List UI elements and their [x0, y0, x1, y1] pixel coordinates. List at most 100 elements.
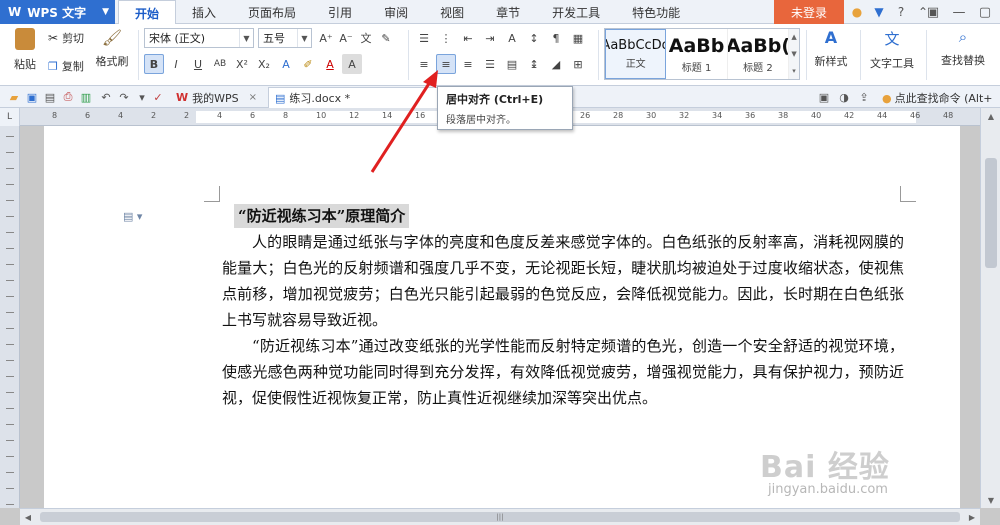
- skin-icon[interactable]: ●: [848, 3, 866, 21]
- print-icon[interactable]: ⎙: [60, 89, 76, 105]
- tooltip-title: 居中对齐 (Ctrl+E): [446, 93, 544, 106]
- tab-5[interactable]: 视图: [424, 0, 480, 24]
- superscript-button[interactable]: X²: [232, 54, 252, 74]
- table-icon[interactable]: ▦: [568, 28, 588, 48]
- scroll-right-icon[interactable]: ▶: [964, 509, 980, 525]
- pinyin-icon[interactable]: 文: [356, 28, 376, 48]
- tab-2[interactable]: 页面布局: [232, 0, 312, 24]
- ruler-number: 6: [85, 111, 91, 120]
- save-icon[interactable]: ▣: [24, 89, 40, 105]
- tab-6[interactable]: 章节: [480, 0, 536, 24]
- window-minimize-icon[interactable]: —: [946, 0, 972, 24]
- increase-indent-icon[interactable]: ⇥: [480, 28, 500, 48]
- tab-0[interactable]: 开始: [118, 0, 177, 25]
- shading-icon[interactable]: ◢: [546, 54, 566, 74]
- find-replace-button[interactable]: ⌕ 查找替换: [932, 28, 994, 68]
- copy-button[interactable]: ❐ 复制: [48, 58, 84, 74]
- show-marks-icon[interactable]: ¶: [546, 28, 566, 48]
- numbered-list-icon[interactable]: ⋮: [436, 28, 456, 48]
- document-body[interactable]: “防近视练习本”原理简介 人的眼睛是通过纸张与字体的亮度和色度反差来感觉字体的。…: [222, 203, 904, 411]
- align-center-icon[interactable]: ≡: [436, 54, 456, 74]
- paste-button[interactable]: 粘贴: [8, 28, 42, 72]
- scroll-down-icon[interactable]: ▼: [981, 492, 1000, 508]
- scroll-thumb[interactable]: [985, 158, 997, 268]
- more-icon[interactable]: ▾: [134, 89, 150, 105]
- font-size-select[interactable]: 五号 ▼: [258, 28, 312, 48]
- app-name: WPS 文字: [27, 5, 87, 20]
- scroll-up-icon[interactable]: ▲: [981, 108, 1000, 124]
- ruler-number: 8: [283, 111, 289, 120]
- undo-icon[interactable]: ↶: [98, 89, 114, 105]
- new-style-button[interactable]: A 新样式: [806, 28, 856, 69]
- share-icon[interactable]: ⇪: [856, 89, 872, 105]
- scroll-thumb[interactable]: |||: [40, 512, 960, 522]
- style-preview: AaBb(: [727, 34, 790, 57]
- login-button[interactable]: 未登录: [774, 0, 844, 24]
- bold-button[interactable]: B: [144, 54, 164, 74]
- font-name-select[interactable]: 宋体 (正文) ▼: [144, 28, 254, 48]
- export-icon[interactable]: ▥: [78, 89, 94, 105]
- tab-1[interactable]: 插入: [176, 0, 232, 24]
- horizontal-scrollbar[interactable]: ◀ ||| ▶: [20, 508, 980, 525]
- doc-tab-practice[interactable]: ▤ 练习.docx *: [268, 87, 438, 108]
- highlight-icon[interactable]: ✐: [298, 54, 318, 74]
- paragraph-layout-icon[interactable]: ▤ ▾: [123, 210, 142, 223]
- underline-button[interactable]: U: [188, 54, 208, 74]
- margin-corner: [900, 186, 916, 202]
- help-icon[interactable]: ?: [892, 3, 910, 21]
- vertical-scrollbar[interactable]: ▲ ▼: [980, 108, 1000, 508]
- shrink-font-icon[interactable]: A⁻: [336, 28, 356, 48]
- scroll-left-icon[interactable]: ◀: [20, 509, 36, 525]
- justify-icon[interactable]: ☰: [480, 54, 500, 74]
- ruler-number: 10: [316, 111, 327, 120]
- text-effect-icon[interactable]: A: [276, 54, 296, 74]
- align-left-icon[interactable]: ≡: [414, 54, 434, 74]
- shirt-icon[interactable]: ▼: [870, 3, 888, 21]
- text-direction-icon[interactable]: A: [502, 28, 522, 48]
- gallery-scroll[interactable]: ▲ ▼ ▾: [789, 29, 799, 79]
- ruler-number: 46: [910, 111, 921, 120]
- format-painter-button[interactable]: 🖌 格式刷: [92, 28, 132, 69]
- mode-icon[interactable]: ◑: [836, 89, 852, 105]
- open-icon[interactable]: ▰: [6, 89, 22, 105]
- line-spacing-icon[interactable]: ↨: [524, 54, 544, 74]
- tab-4[interactable]: 审阅: [368, 0, 424, 24]
- bullet-list-icon[interactable]: ☰: [414, 28, 434, 48]
- text-tools-button[interactable]: 文 文字工具: [862, 28, 922, 71]
- command-search[interactable]: ● 点此查找命令 (Alt+: [882, 90, 993, 106]
- font-color-icon[interactable]: A: [320, 54, 340, 74]
- app-menu-button[interactable]: W WPS 文字 ▼: [0, 0, 115, 24]
- tab-7[interactable]: 开发工具: [536, 0, 616, 24]
- redo-icon[interactable]: ↷: [116, 89, 132, 105]
- cut-button[interactable]: ✂ 剪切: [48, 30, 84, 46]
- subscript-button[interactable]: X₂: [254, 54, 274, 74]
- close-icon[interactable]: ×: [249, 92, 257, 103]
- char-shading-icon[interactable]: A: [342, 54, 362, 74]
- ruler-toggle-icon[interactable]: L: [0, 108, 20, 126]
- strikethrough-icon[interactable]: AB: [210, 54, 230, 74]
- ruler-number: 26: [580, 111, 591, 120]
- tab-8[interactable]: 特色功能: [616, 0, 696, 24]
- sort-icon[interactable]: ↕: [524, 28, 544, 48]
- borders-icon[interactable]: ⊞: [568, 54, 588, 74]
- style-item[interactable]: AaBb 标题 1: [666, 29, 728, 79]
- command-hint-text: 点此查找命令 (Alt+: [894, 92, 993, 105]
- style-item[interactable]: AaBbCcDd 正文: [605, 29, 667, 79]
- grow-font-icon[interactable]: A⁺: [316, 28, 336, 48]
- layout-icon[interactable]: ▣: [816, 89, 832, 105]
- ruler-number: 40: [811, 111, 822, 120]
- clear-format-icon[interactable]: ✎: [376, 28, 396, 48]
- paste-label: 粘贴: [14, 58, 36, 71]
- doc-tab-mywps[interactable]: W 我的WPS ×: [170, 87, 263, 108]
- document-icon: ▤: [275, 91, 286, 105]
- print-preview-icon[interactable]: ▤: [42, 89, 58, 105]
- italic-button[interactable]: I: [166, 54, 186, 74]
- style-item[interactable]: AaBb(标题 2: [727, 29, 790, 79]
- window-close-icon[interactable]: ▢: [972, 0, 998, 24]
- tab-3[interactable]: 引用: [312, 0, 368, 24]
- pin-icon[interactable]: ✓: [150, 89, 166, 105]
- window-restore-icon[interactable]: ▣: [920, 0, 946, 24]
- align-right-icon[interactable]: ≡: [458, 54, 478, 74]
- decrease-indent-icon[interactable]: ⇤: [458, 28, 478, 48]
- distributed-icon[interactable]: ▤: [502, 54, 522, 74]
